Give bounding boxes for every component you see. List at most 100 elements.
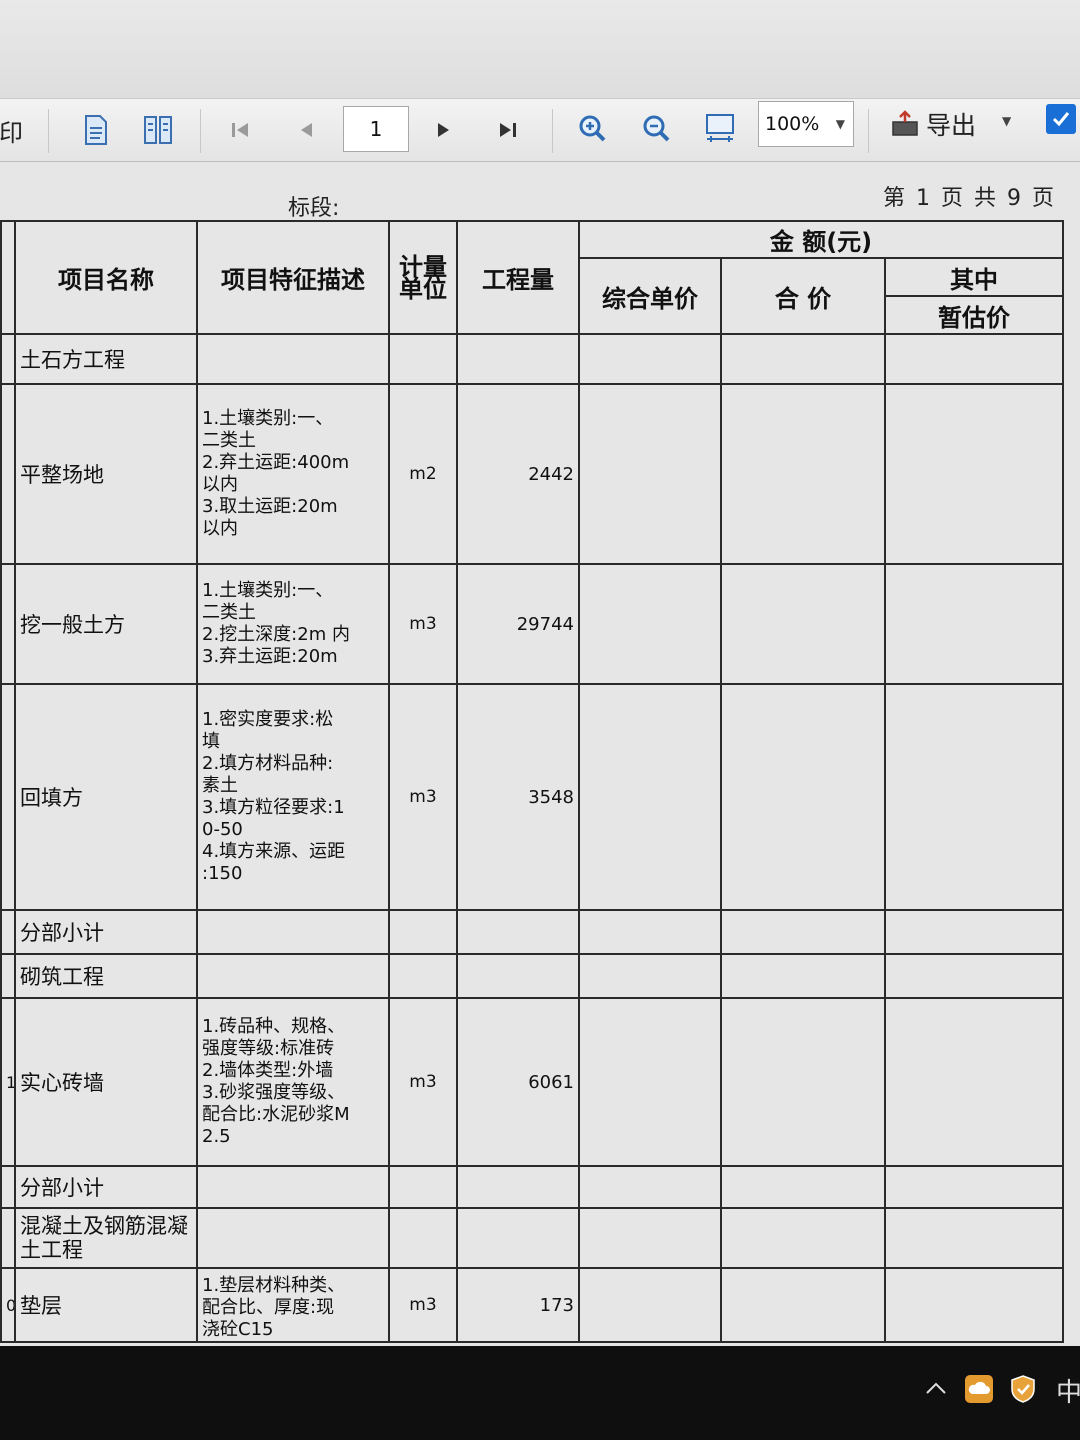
next-page-button[interactable] xyxy=(426,111,462,149)
row-desc xyxy=(196,953,390,999)
last-page-icon xyxy=(500,123,516,137)
last-page-button[interactable] xyxy=(490,111,526,149)
row-number xyxy=(0,909,16,955)
table-row: 平整场地 1.土壤类别:一、 二类土 2.弃土运距:400m 以内 3.取土运距… xyxy=(0,383,1065,565)
row-qty: 29744 xyxy=(456,563,580,685)
cloud-app-icon xyxy=(965,1375,993,1403)
col-name-header: 项目名称 xyxy=(14,220,198,335)
two-page-view-icon xyxy=(144,116,172,144)
tray-expand-button[interactable] xyxy=(922,1374,950,1402)
row-name: 垫层 xyxy=(14,1267,198,1343)
export-dropdown-icon[interactable]: ▼ xyxy=(1002,114,1011,128)
page-number-input[interactable]: 1 xyxy=(343,106,409,152)
row-unit-price xyxy=(578,997,722,1167)
row-total xyxy=(720,909,886,955)
row-desc: 1.密实度要求:松 填 2.填方材料品种: 素土 3.填方粒径要求:1 0-50… xyxy=(196,683,390,911)
row-unit-price xyxy=(578,1165,722,1209)
row-provisional xyxy=(883,1267,1065,1343)
zoom-out-button[interactable] xyxy=(638,109,674,147)
row-provisional xyxy=(883,333,1065,385)
row-unit xyxy=(388,909,458,955)
row-qty: 173 xyxy=(456,1267,580,1343)
section-label: 标段: xyxy=(288,196,340,221)
fit-page-button[interactable] xyxy=(702,109,738,147)
tray-cloud-app[interactable] xyxy=(964,1374,994,1404)
row-name: 土石方工程 xyxy=(14,333,198,385)
row-number xyxy=(0,1165,16,1209)
prev-page-icon xyxy=(301,123,312,137)
table-row: 混凝土及钢筋混凝土工程 xyxy=(0,1207,1065,1269)
export-button[interactable]: 导出 xyxy=(890,102,976,146)
row-total xyxy=(720,683,886,911)
window-top-area xyxy=(0,0,1080,98)
two-page-view-button[interactable] xyxy=(140,111,176,149)
row-unit: m3 xyxy=(388,563,458,685)
table-row: 回填方 1.密实度要求:松 填 2.填方材料品种: 素土 3.填方粒径要求:1 … xyxy=(0,683,1065,911)
zoom-level-select[interactable]: 100% ▼ xyxy=(758,101,854,147)
row-total xyxy=(720,333,886,385)
row-qty xyxy=(456,909,580,955)
row-total xyxy=(720,563,886,685)
row-name: 砌筑工程 xyxy=(14,953,198,999)
row-name: 实心砖墙 xyxy=(14,997,198,1167)
row-total xyxy=(720,997,886,1167)
row-unit xyxy=(388,953,458,999)
zoom-level-value: 100% xyxy=(765,113,820,135)
chevron-down-icon: ▼ xyxy=(835,117,845,131)
row-unit: m3 xyxy=(388,1267,458,1343)
col-qty-header: 工程量 xyxy=(456,220,580,335)
taskbar xyxy=(0,1346,1080,1440)
next-page-icon xyxy=(438,123,449,137)
row-desc: 1.砖品种、规格、 强度等级:标准砖 2.墙体类型:外墙 3.砂浆强度等级、 配… xyxy=(196,997,390,1167)
row-unit-price xyxy=(578,909,722,955)
col-number-header xyxy=(0,220,16,335)
row-unit-price xyxy=(578,953,722,999)
checkbox-icon xyxy=(1052,112,1070,127)
row-unit-price xyxy=(578,683,722,911)
toolbar-separator xyxy=(200,109,201,153)
table-row: 分部小计 xyxy=(0,909,1065,955)
row-number xyxy=(0,383,16,565)
row-name: 平整场地 xyxy=(14,383,198,565)
row-provisional xyxy=(883,683,1065,911)
row-desc: 1.土壤类别:一、 二类土 2.挖土深度:2m 内 3.弃土运距:20m xyxy=(196,563,390,685)
row-provisional xyxy=(883,1207,1065,1269)
table-row: 挖一般土方 1.土壤类别:一、 二类土 2.挖土深度:2m 内 3.弃土运距:2… xyxy=(0,563,1065,685)
row-unit xyxy=(388,1207,458,1269)
row-desc xyxy=(196,909,390,955)
prev-page-button[interactable] xyxy=(288,111,324,149)
zoom-out-icon xyxy=(643,115,670,142)
first-page-button[interactable] xyxy=(222,111,258,149)
export-icon xyxy=(892,110,918,136)
bill-of-quantities-table: 项目名称 项目特征描述 计量单位 工程量 金 额(元) 综合单价 合 价 其中 … xyxy=(0,220,1065,1343)
first-page-icon xyxy=(232,123,248,137)
row-qty xyxy=(456,953,580,999)
row-total xyxy=(720,1267,886,1343)
tray-security-app[interactable] xyxy=(1008,1374,1038,1404)
table-row: 土石方工程 xyxy=(0,333,1065,385)
toolbar-separator xyxy=(868,109,869,153)
row-qty xyxy=(456,1165,580,1209)
single-page-view-button[interactable] xyxy=(78,111,114,149)
row-provisional xyxy=(883,953,1065,999)
row-desc: 1.垫层材料种类、 配合比、厚度:现 浇砼C15 xyxy=(196,1267,390,1343)
row-unit xyxy=(388,1165,458,1209)
row-name: 分部小计 xyxy=(14,909,198,955)
zoom-in-button[interactable] xyxy=(574,109,610,147)
row-unit-price xyxy=(578,563,722,685)
row-provisional xyxy=(883,909,1065,955)
print-button[interactable]: 印 xyxy=(0,113,22,147)
col-unit-price-header: 综合单价 xyxy=(578,257,722,335)
col-provisional-header: 暂估价 xyxy=(883,295,1065,335)
row-unit: m2 xyxy=(388,383,458,565)
input-method-indicator[interactable]: 中 xyxy=(1056,1372,1080,1409)
row-qty: 3548 xyxy=(456,683,580,911)
row-total xyxy=(720,953,886,999)
row-desc xyxy=(196,333,390,385)
row-total xyxy=(720,1165,886,1209)
row-total xyxy=(720,1207,886,1269)
col-amount-header: 金 额(元) xyxy=(577,220,1065,259)
option-checkbox[interactable] xyxy=(1046,104,1076,134)
zoom-in-icon xyxy=(579,115,606,142)
row-qty xyxy=(456,1207,580,1269)
